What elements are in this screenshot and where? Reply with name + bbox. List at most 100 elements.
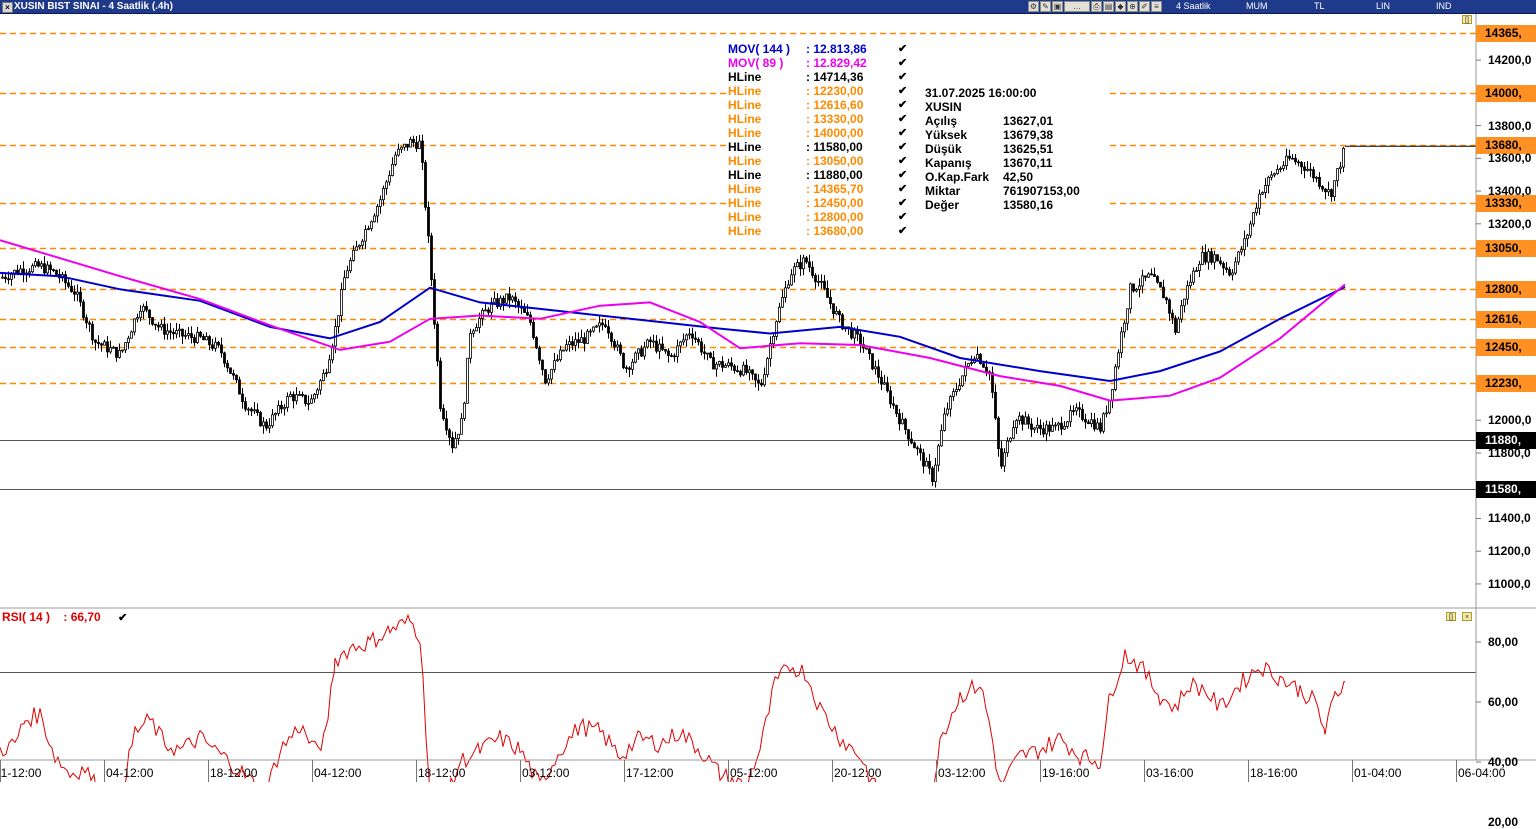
rsi-tick-label: 20,00: [1488, 815, 1519, 829]
candle-body: [208, 336, 211, 346]
candle-body: [256, 409, 259, 413]
candle-body: [109, 347, 112, 353]
rsi-tick-label: 80,00: [1488, 635, 1519, 649]
rsi-tick-label: 40,00: [1488, 755, 1519, 769]
candle-body: [868, 348, 871, 355]
candle-body: [397, 148, 400, 156]
candle-body: [1237, 251, 1240, 263]
rsi-visibility-check-icon[interactable]: ✔: [118, 612, 127, 624]
candle-body: [706, 352, 709, 355]
candle-body: [52, 269, 55, 271]
candle-body: [730, 362, 733, 367]
candle-body: [130, 331, 133, 339]
candle-body: [799, 262, 802, 270]
candle-body: [796, 262, 799, 268]
main-panel-toggle-icon[interactable]: []: [1462, 15, 1472, 24]
candle-body: [1249, 223, 1252, 236]
legend-name: MOV( 144 ): [728, 42, 791, 56]
candle-body: [136, 317, 139, 320]
candle-body: [955, 389, 958, 392]
visibility-check-icon[interactable]: ✔: [898, 84, 907, 98]
time-tick-label: 18-16:00: [1250, 766, 1298, 780]
candle-body: [562, 349, 565, 352]
candle-body: [436, 323, 439, 362]
candle-body: [1198, 263, 1201, 271]
candle-body: [301, 394, 304, 396]
candle-body: [1180, 305, 1183, 320]
candle-body: [1051, 424, 1054, 432]
candle-body: [940, 429, 943, 447]
candle-body: [928, 460, 931, 469]
legend-name: MOV( 89 ): [728, 56, 784, 70]
candle-body: [262, 421, 265, 427]
candle-body: [247, 408, 250, 411]
candle-body: [151, 317, 154, 325]
candle-body: [466, 357, 469, 404]
visibility-check-icon[interactable]: ✔: [898, 70, 907, 84]
rsi-panel-close-icon[interactable]: ×: [1462, 612, 1472, 621]
candle-body: [1114, 366, 1117, 390]
candle-body: [1300, 161, 1303, 168]
info-key: Kapanış: [925, 156, 972, 170]
candle-body: [1027, 416, 1030, 425]
candle-body: [1048, 424, 1051, 432]
candle-body: [892, 403, 895, 406]
legend-name: HLine: [728, 112, 762, 126]
candle-body: [268, 425, 271, 429]
visibility-check-icon[interactable]: ✔: [898, 112, 907, 126]
candle-body: [460, 418, 463, 435]
candle-body: [91, 323, 94, 341]
rsi-label: RSI( 14 ): [2, 610, 51, 624]
visibility-check-icon[interactable]: ✔: [898, 126, 907, 140]
visibility-check-icon[interactable]: ✔: [898, 168, 907, 182]
visibility-check-icon[interactable]: ✔: [898, 224, 907, 238]
candle-body: [727, 362, 730, 366]
visibility-check-icon[interactable]: ✔: [898, 98, 907, 112]
candle-body: [43, 263, 46, 274]
candle-body: [778, 306, 781, 323]
candle-body: [667, 350, 670, 356]
candle-body: [370, 221, 373, 229]
candle-body: [937, 445, 940, 466]
visibility-check-icon[interactable]: ✔: [898, 140, 907, 154]
legend-row: HLine: 14365,70 ✔: [728, 182, 918, 196]
visibility-check-icon[interactable]: ✔: [898, 182, 907, 196]
legend-value: : 14000,00: [806, 126, 864, 140]
candle-body: [316, 389, 319, 395]
candle-body: [679, 341, 682, 347]
candle-body: [1081, 408, 1084, 420]
candle-body: [1210, 251, 1213, 263]
candle-body: [118, 350, 121, 358]
legend-row: HLine: 14714,36 ✔: [728, 70, 918, 84]
candle-body: [664, 349, 667, 352]
legend-row: HLine: 12800,00 ✔: [728, 210, 918, 224]
candle-body: [277, 404, 280, 414]
candle-body: [952, 391, 955, 397]
candle-body: [1252, 212, 1255, 225]
candle-body: [1204, 252, 1207, 263]
candle-body: [169, 330, 172, 333]
candle-body: [586, 330, 589, 344]
candle-body: [784, 287, 787, 298]
rsi-panel-toggle-icon[interactable]: []: [1446, 612, 1456, 621]
visibility-check-icon[interactable]: ✔: [898, 210, 907, 224]
candle-body: [1285, 155, 1288, 167]
candle-body: [478, 318, 481, 328]
legend-value: : 12.829,42: [806, 56, 867, 70]
candle-body: [589, 330, 592, 333]
candle-body: [595, 325, 598, 328]
visibility-check-icon[interactable]: ✔: [898, 196, 907, 210]
info-value: 761907153,00: [1003, 184, 1080, 198]
candle-body: [448, 429, 451, 438]
candle-body: [1261, 192, 1264, 195]
candle-body: [577, 339, 580, 343]
price-level-label: 14000,: [1476, 85, 1536, 102]
candle-body: [1135, 288, 1138, 292]
info-value: 13679,38: [1003, 128, 1054, 142]
visibility-check-icon[interactable]: ✔: [898, 42, 907, 56]
legend-value: : 11880,00: [806, 168, 863, 182]
legend-row: HLine: 13680,00 ✔: [728, 224, 918, 238]
candle-body: [658, 343, 661, 352]
visibility-check-icon[interactable]: ✔: [898, 56, 907, 70]
visibility-check-icon[interactable]: ✔: [898, 154, 907, 168]
